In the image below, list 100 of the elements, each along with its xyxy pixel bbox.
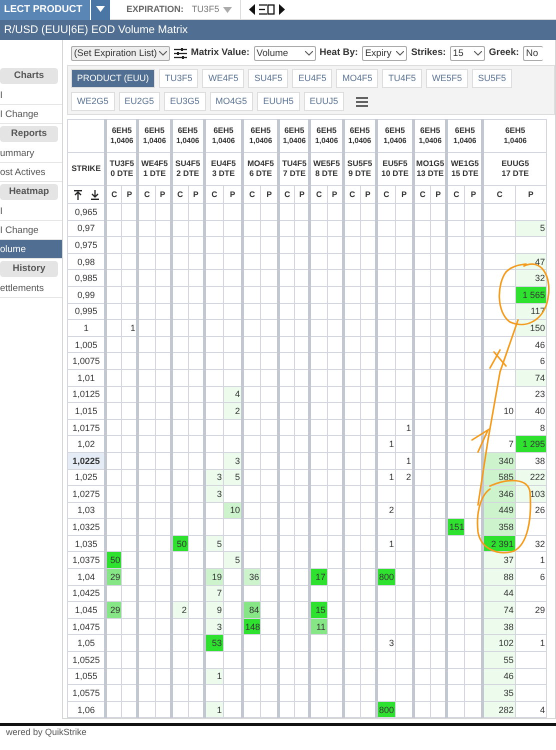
sidebar-item[interactable]: ost Actives — [0, 163, 62, 182]
table-cell: 1 — [376, 535, 396, 552]
call-header: C — [349, 190, 356, 198]
tab[interactable]: EU3G5 — [164, 92, 206, 111]
table-cell: 46 — [482, 668, 516, 685]
tab[interactable]: WE5F5 — [426, 69, 468, 88]
tab[interactable]: WE2G5 — [71, 92, 115, 111]
tab[interactable]: EU4F5 — [292, 69, 332, 88]
sidebar-item[interactable]: I — [0, 86, 62, 105]
expiry-name: EU5F5 — [382, 159, 408, 169]
strike-cell: 0,995 — [68, 303, 106, 320]
chevron-down-icon — [304, 51, 313, 56]
table-cell: 282 — [482, 701, 516, 718]
select-field[interactable]: Expiry — [362, 46, 408, 61]
call-header: C — [316, 190, 322, 198]
tab[interactable]: EUUJ5 — [304, 92, 344, 111]
days-to-expiry: 8 DTE — [314, 169, 339, 179]
expiry-name: SU5F5 — [346, 159, 374, 169]
table-cell: 1 565 — [515, 286, 546, 304]
expiry-name: EU4F5 — [210, 159, 237, 169]
table-cell: 3 — [204, 486, 224, 502]
table-cell: 1 — [376, 436, 396, 452]
strike-cell: 1,035 — [68, 535, 106, 552]
sidebar-item[interactable]: olume — [0, 240, 62, 259]
expiration-dropdown[interactable]: TU3F5 — [192, 2, 232, 16]
put-header: P — [436, 190, 441, 198]
table-cell: 148 — [242, 618, 261, 635]
table-cell: 40 — [515, 402, 546, 420]
put-header: P — [365, 190, 370, 198]
put-header: P — [230, 190, 236, 198]
days-to-expiry: 15 DTE — [450, 169, 480, 179]
select-field[interactable]: No — [523, 46, 544, 61]
future-symbol: 6EH5 — [504, 126, 526, 136]
put-header: P — [299, 190, 305, 198]
future-symbol: 6EH5 — [110, 126, 133, 136]
table-cell: 1 — [376, 469, 396, 486]
expiration-list-dropdown[interactable]: (Set Expiration List) — [71, 46, 170, 61]
strike-cell: 0,975 — [68, 236, 106, 254]
sidebar-item[interactable]: ettlements — [0, 279, 62, 298]
tab[interactable]: MO4F5 — [336, 69, 378, 88]
table-cell: 3 — [204, 618, 224, 635]
table-cell: 11 — [310, 618, 328, 635]
tab[interactable]: PRODUCT (EUU) — [71, 69, 155, 88]
days-to-expiry: 6 DTE — [248, 169, 273, 179]
table-cell: 1 — [515, 552, 546, 569]
put-header: P — [528, 190, 534, 198]
chevron-down-icon — [158, 51, 167, 56]
menu-icon[interactable] — [259, 4, 276, 15]
put-header: P — [401, 190, 407, 198]
expiry-name: TU3F5 — [108, 159, 136, 169]
table-cell: 53 — [204, 634, 224, 652]
strike-cell: 0,99 — [68, 286, 106, 304]
table-cell: 800 — [376, 568, 396, 586]
strike-cell: 1,0125 — [68, 386, 106, 403]
expiry-name: MO4F5 — [246, 159, 275, 169]
tab[interactable]: EUUH5 — [257, 92, 300, 111]
sidebar-item[interactable]: I Change — [0, 105, 62, 124]
table-cell: 38 — [515, 452, 546, 469]
put-header: P — [160, 190, 166, 198]
previous-icon[interactable] — [249, 4, 256, 15]
table-cell: 3 — [204, 469, 224, 486]
select-field[interactable]: 15 — [450, 46, 485, 61]
days-to-expiry: 10 DTE — [380, 169, 410, 179]
days-to-expiry: 3 DTE — [211, 169, 236, 179]
put-header: P — [193, 190, 198, 198]
sliders-icon[interactable] — [174, 48, 187, 59]
download-icon[interactable] — [90, 190, 99, 200]
call-header: C — [111, 190, 118, 198]
select-field[interactable]: Volume — [254, 46, 316, 61]
table-cell: 1 — [204, 701, 224, 718]
table-cell: 46 — [515, 336, 546, 353]
tab[interactable]: EU2G5 — [118, 92, 160, 111]
sidebar-item[interactable]: ummary — [0, 144, 62, 163]
sidebar-item[interactable]: I — [0, 202, 62, 221]
tab[interactable]: SU5F5 — [472, 69, 512, 88]
table-cell: 2 — [376, 502, 396, 519]
strike-cell: 1,015 — [68, 402, 106, 420]
tab[interactable]: WE4F5 — [202, 69, 244, 88]
strike-cell: 1,0375 — [68, 552, 106, 569]
product-button[interactable]: LECT PRODUCT — [0, 0, 90, 20]
next-icon[interactable] — [279, 4, 286, 15]
tab[interactable]: SU4F5 — [248, 69, 288, 88]
strike-cell: 1,025 — [68, 469, 106, 486]
table-cell: 50 — [106, 552, 122, 569]
tab[interactable]: TU4F5 — [382, 69, 422, 88]
table-cell: 346 — [482, 486, 516, 502]
dropdown-button[interactable] — [90, 0, 110, 20]
table-cell: 29 — [515, 602, 546, 618]
strike-cell: 1,0425 — [68, 585, 106, 602]
future-symbol: 6EH5 — [212, 126, 234, 136]
menu-icon[interactable] — [356, 96, 368, 106]
sidebar-header: History — [0, 261, 58, 277]
scroll-top-icon[interactable] — [74, 190, 82, 200]
table-cell: 3 — [376, 634, 396, 652]
table-cell: 55 — [482, 652, 516, 668]
table-cell: 19 — [204, 568, 224, 586]
table-cell: 84 — [242, 602, 261, 618]
page-title: R/USD (EUU|6E) EOD Volume Matrix — [0, 20, 556, 40]
tab[interactable]: MO4G5 — [210, 92, 254, 111]
tab[interactable]: TU3F5 — [158, 69, 198, 88]
